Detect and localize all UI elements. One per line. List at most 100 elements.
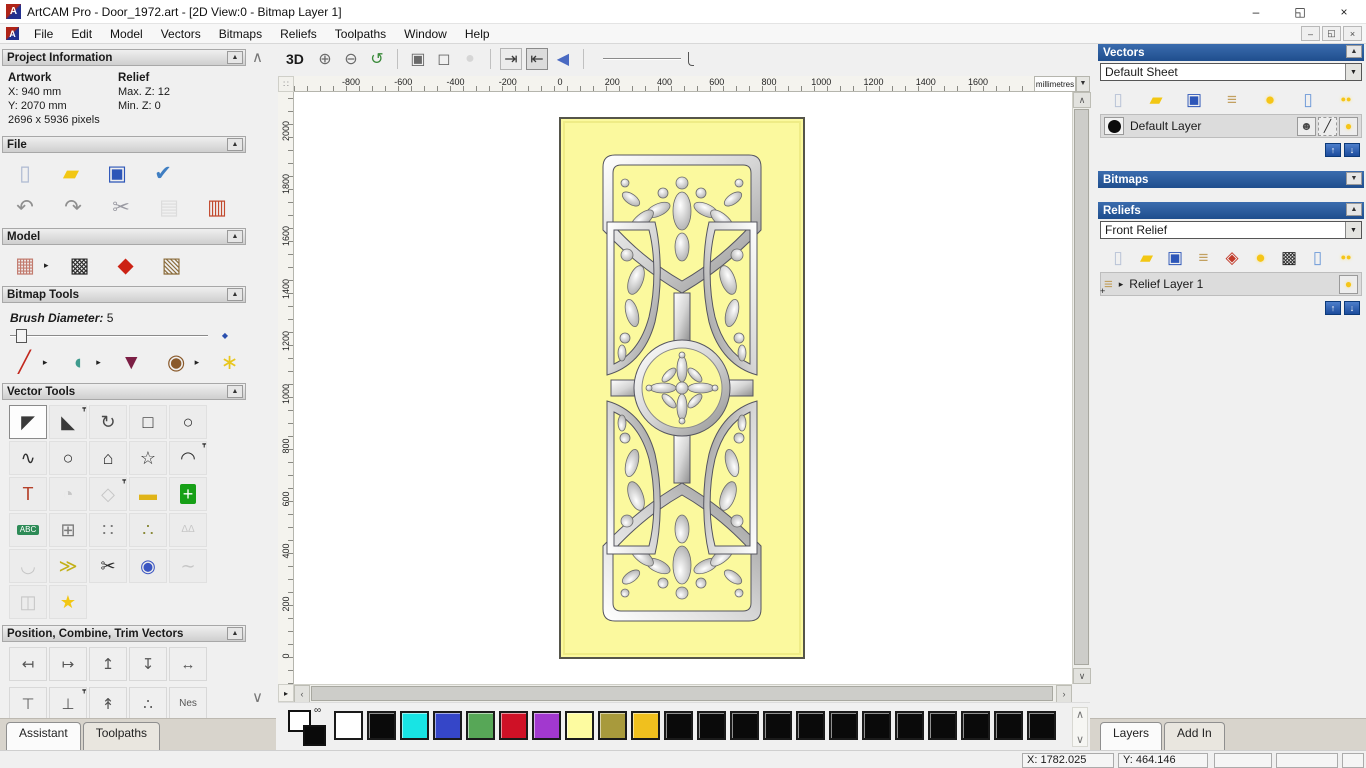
create-rectangle-icon[interactable]: □	[129, 405, 167, 439]
spin-profile-icon[interactable]: ◉	[129, 549, 167, 583]
all-reliefs-visible-icon[interactable]: ●●	[1334, 245, 1358, 269]
create-circle-icon[interactable]: ○	[169, 405, 207, 439]
palette-scroll-up-icon[interactable]: ∧	[1076, 708, 1084, 721]
new-vector-layer-icon[interactable]: ▯	[1106, 87, 1130, 111]
mirror-vectors-icon[interactable]: ◫	[9, 585, 47, 619]
zoom-previous-icon[interactable]: ↺	[366, 48, 388, 70]
units-dropdown-button[interactable]: ▼	[1076, 76, 1090, 92]
toggle-visibility-icon[interactable]: ●	[1258, 87, 1282, 111]
collapse-button[interactable]: ▲	[1346, 203, 1362, 216]
join-vectors-icon[interactable]: ≫	[49, 549, 87, 583]
close-button[interactable]: ×	[1322, 0, 1366, 23]
relief-select[interactable]: Front Relief ▼	[1100, 221, 1362, 239]
new-relief-layer-icon[interactable]: ▯	[1106, 245, 1130, 269]
trim-vectors-icon[interactable]: ✂	[89, 549, 127, 583]
colour-swatch-10[interactable]	[664, 711, 693, 740]
layer-lock-icon[interactable]: ☻	[1297, 116, 1316, 136]
menu-file[interactable]: File	[25, 25, 62, 43]
measure-icon[interactable]: ▬	[129, 477, 167, 511]
transform-vectors-icon[interactable]: ↻	[89, 405, 127, 439]
select-vectors-icon[interactable]: ◤	[9, 405, 47, 439]
collapse-button[interactable]: ▲	[227, 385, 243, 398]
align-right-icon[interactable]: ↦	[49, 647, 87, 681]
collapse-button[interactable]: ▲	[227, 288, 243, 301]
move-relief-down-button[interactable]: ↓	[1344, 301, 1360, 315]
tab-assistant[interactable]: Assistant	[6, 722, 81, 750]
align-left-icon[interactable]: ↤	[9, 647, 47, 681]
load-image-icon[interactable]: ▧	[157, 252, 187, 278]
align-top-edge-icon[interactable]: ⊤	[9, 687, 47, 718]
vertical-scrollbar[interactable]: ∧ ∨	[1072, 92, 1091, 684]
merge-relief-layers-icon[interactable]: ≡	[1192, 245, 1216, 269]
drawing-canvas[interactable]	[294, 92, 1072, 684]
all-layers-visible-icon[interactable]: ●●	[1334, 87, 1358, 111]
flyout-arrow-icon[interactable]: ▸	[195, 357, 200, 368]
move-relief-up-button[interactable]: ↑	[1325, 301, 1341, 315]
model-properties-icon[interactable]: ✔	[148, 160, 178, 186]
align-top-icon[interactable]: ↥	[89, 647, 127, 681]
horizontal-scroll-thumb[interactable]	[311, 686, 1053, 701]
flyout-arrow-icon[interactable]: ▸	[44, 260, 49, 271]
text-block-icon[interactable]: ABC	[9, 513, 47, 547]
delete-relief-layer-icon[interactable]: ▯	[1306, 245, 1330, 269]
collapse-button[interactable]: ▲	[227, 138, 243, 151]
flyout-arrow-icon[interactable]: ▸	[96, 357, 101, 368]
flood-fill-icon[interactable]: ◖	[63, 349, 92, 375]
relief-greyscale-icon[interactable]: ▩	[1277, 245, 1301, 269]
vector-layer-row[interactable]: Default Layer ☻ ╱ ●	[1100, 114, 1362, 138]
collapse-button[interactable]: ▲	[227, 51, 243, 64]
colour-swatch-14[interactable]	[796, 711, 825, 740]
menu-vectors[interactable]: Vectors	[152, 25, 210, 43]
open-vector-layer-icon[interactable]: ▰	[1144, 87, 1168, 111]
copy-bitmap-to-relief-icon[interactable]: ⇥	[499, 48, 522, 70]
tab-toolpaths[interactable]: Toolpaths	[82, 722, 161, 750]
paste-icon[interactable]: ▥	[202, 194, 232, 220]
expander-icon[interactable]: ▸	[1119, 279, 1124, 290]
zoom-1to1-icon[interactable]: ▣	[407, 48, 429, 70]
view-greyscale-icon[interactable]: ▩	[65, 252, 95, 278]
restore-button[interactable]: ◱	[1278, 0, 1322, 23]
dropdown-arrow-icon[interactable]: ▼	[1345, 222, 1361, 238]
colour-swatch-15[interactable]	[829, 711, 858, 740]
colour-swatch-3[interactable]	[433, 711, 462, 740]
create-text-icon[interactable]: T	[9, 477, 47, 511]
layer-colour-button[interactable]	[1104, 117, 1124, 135]
relief-layer-visibility-icon[interactable]: ●	[1339, 274, 1358, 294]
align-bottom-edge-icon[interactable]: ⊥ ┳	[49, 687, 87, 718]
fillet-icon[interactable]: ◡	[9, 549, 47, 583]
wrap-text-icon[interactable]: ◔	[49, 477, 87, 511]
colour-swatch-16[interactable]	[862, 711, 891, 740]
relief-visibility-icon[interactable]: ●	[1249, 245, 1273, 269]
open-relief-layer-icon[interactable]: ▰	[1135, 245, 1159, 269]
secondary-colour-swatch[interactable]	[303, 725, 326, 746]
greyscale-preview-icon[interactable]: ▦	[10, 252, 40, 278]
align-bottom-icon[interactable]: ↧	[129, 647, 167, 681]
vertical-scroll-thumb[interactable]	[1074, 109, 1089, 665]
lighting-icon[interactable]: ◆	[111, 252, 141, 278]
collapse-button[interactable]: ▲	[1346, 45, 1362, 58]
colour-swatch-7[interactable]	[565, 711, 594, 740]
colour-picker-icon[interactable]: ▼	[117, 349, 146, 375]
colour-swatch-21[interactable]	[1027, 711, 1056, 740]
paste-array-icon[interactable]: ∴	[129, 687, 167, 718]
menu-help[interactable]: Help	[456, 25, 499, 43]
new-model-icon[interactable]: ▯	[10, 160, 40, 186]
offset-vector-icon[interactable]: ◇ ┳	[89, 477, 127, 511]
paste-along-curve-icon[interactable]: ∴	[129, 513, 167, 547]
scroll-origin-button[interactable]: ▸	[278, 684, 294, 702]
combine-relief-icon[interactable]: ◈	[1220, 245, 1244, 269]
colour-swatch-6[interactable]	[532, 711, 561, 740]
zoom-out-icon[interactable]: ⊖	[340, 48, 362, 70]
flyout-arrow-icon[interactable]: ▸	[43, 357, 48, 368]
toolbar-slider[interactable]	[602, 50, 698, 68]
zoom-in-icon[interactable]: ⊕	[314, 48, 336, 70]
expand-button[interactable]: ▼	[1346, 172, 1362, 185]
colour-swatch-0[interactable]	[334, 711, 363, 740]
minimize-button[interactable]: –	[1234, 0, 1278, 23]
colour-swatch-1[interactable]	[367, 711, 396, 740]
move-layer-up-button[interactable]: ↑	[1325, 143, 1341, 157]
move-layer-down-button[interactable]: ↓	[1344, 143, 1360, 157]
menu-bitmaps[interactable]: Bitmaps	[210, 25, 271, 43]
menu-toolpaths[interactable]: Toolpaths	[326, 25, 395, 43]
relief-preview-icon[interactable]: ◀	[552, 48, 574, 70]
